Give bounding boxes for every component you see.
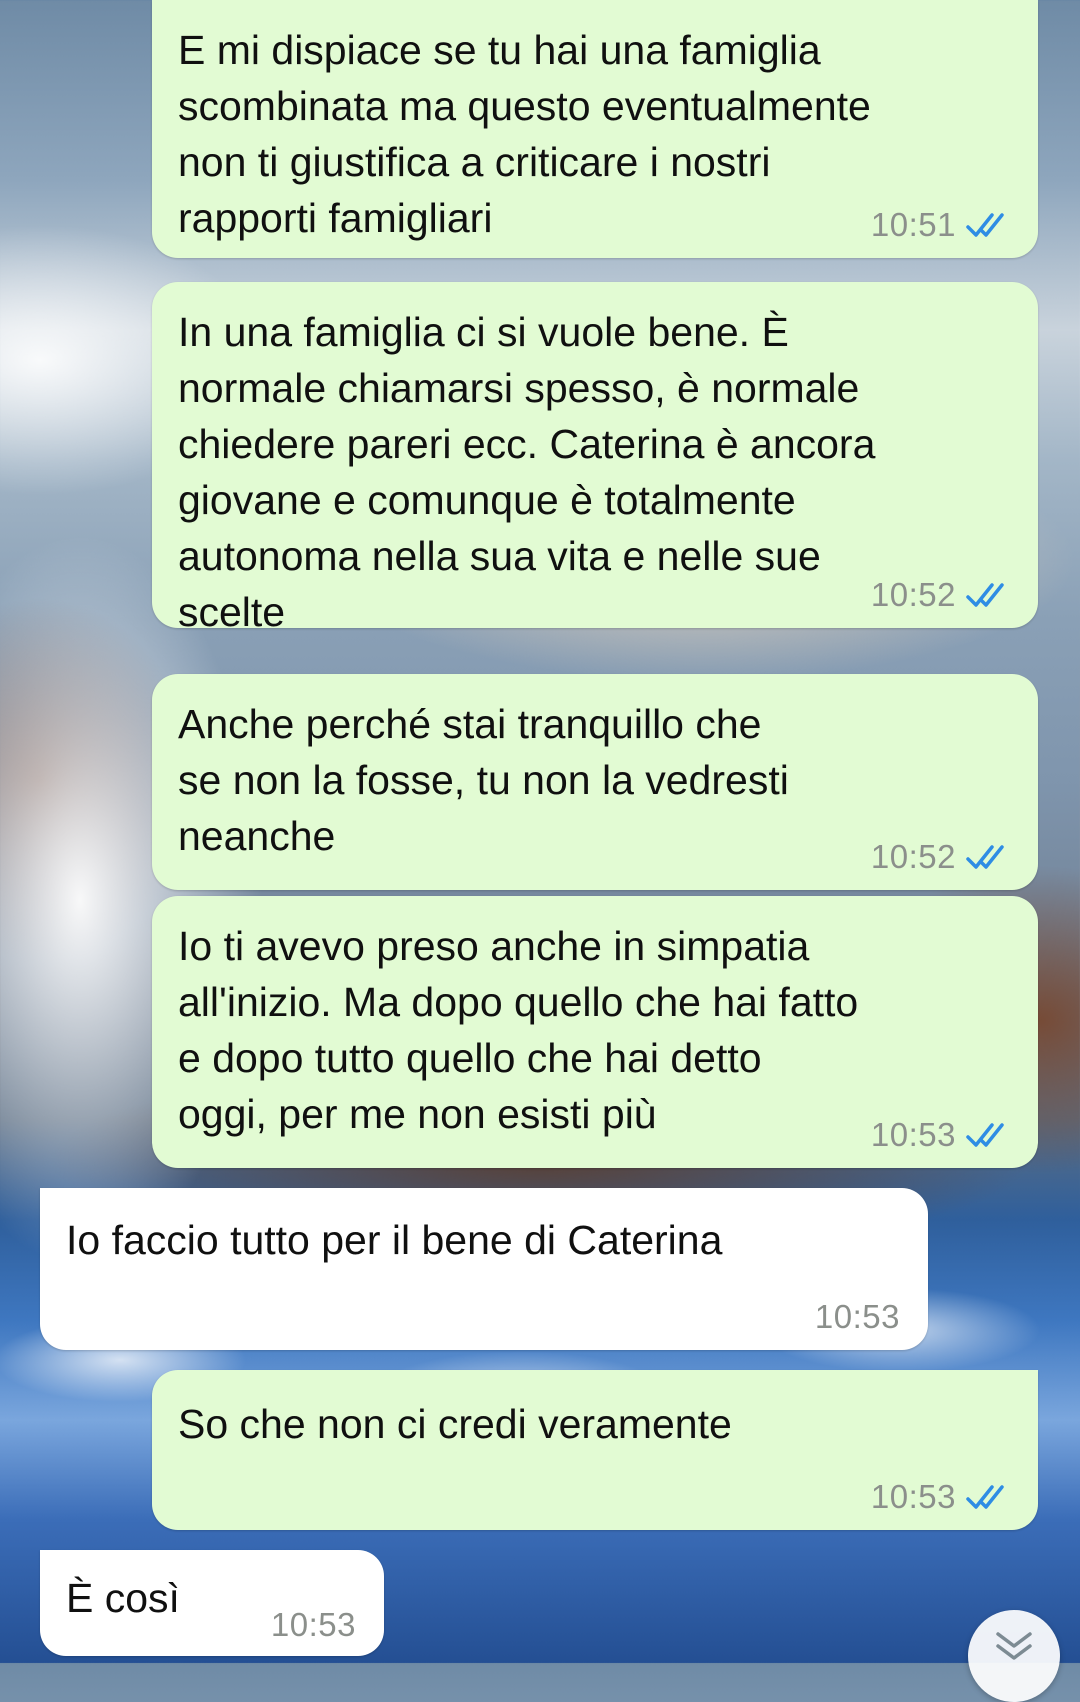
message-bubble-outgoing[interactable]: So che non ci credi veramente 10:53	[152, 1370, 1038, 1530]
double-check-icon	[966, 1485, 1004, 1509]
message-text: Io ti avevo preso anche in simpatia all'…	[178, 923, 859, 1137]
message-bubble-outgoing[interactable]: E mi dispiace se tu hai una famiglia sco…	[152, 0, 1038, 258]
message-meta: 10:52	[871, 576, 1012, 614]
message-bubble-outgoing[interactable]: In una famiglia ci si vuole bene. È norm…	[152, 282, 1038, 635]
message-bubble-outgoing[interactable]: Anche perché stai tranquillo che se non …	[152, 674, 1038, 890]
message-text: So che non ci credi veramente	[178, 1401, 732, 1447]
double-check-icon	[966, 1123, 1004, 1147]
message-meta: 10:52	[871, 838, 1012, 876]
message-time: 10:52	[870, 838, 956, 875]
message-time: 10:53	[270, 1606, 356, 1643]
chevron-down-double-icon	[996, 1632, 1032, 1660]
message-text: Io faccio tutto per il bene di Caterina	[66, 1217, 723, 1263]
message-bubble-incoming[interactable]: Io faccio tutto per il bene di Caterina …	[40, 1188, 928, 1350]
message-bubble-outgoing[interactable]: Io ti avevo preso anche in simpatia all'…	[152, 896, 1038, 1168]
message-bubble-incoming[interactable]: È così 10:53	[40, 1550, 384, 1656]
double-check-icon	[966, 845, 1004, 869]
message-time: 10:53	[814, 1298, 900, 1335]
double-check-icon	[966, 213, 1004, 237]
double-check-icon	[966, 583, 1004, 607]
message-time: 10:53	[870, 1116, 956, 1153]
message-meta: 10:53	[871, 1116, 1012, 1154]
message-meta: 10:53	[871, 1478, 1012, 1516]
message-meta: 10:53	[815, 1298, 900, 1336]
scroll-to-bottom-button[interactable]	[968, 1610, 1060, 1702]
message-time: 10:52	[870, 576, 956, 613]
message-time: 10:53	[870, 1478, 956, 1515]
message-meta: 10:51	[871, 206, 1012, 244]
message-meta: 10:53	[271, 1606, 356, 1644]
message-time: 10:51	[870, 206, 956, 243]
